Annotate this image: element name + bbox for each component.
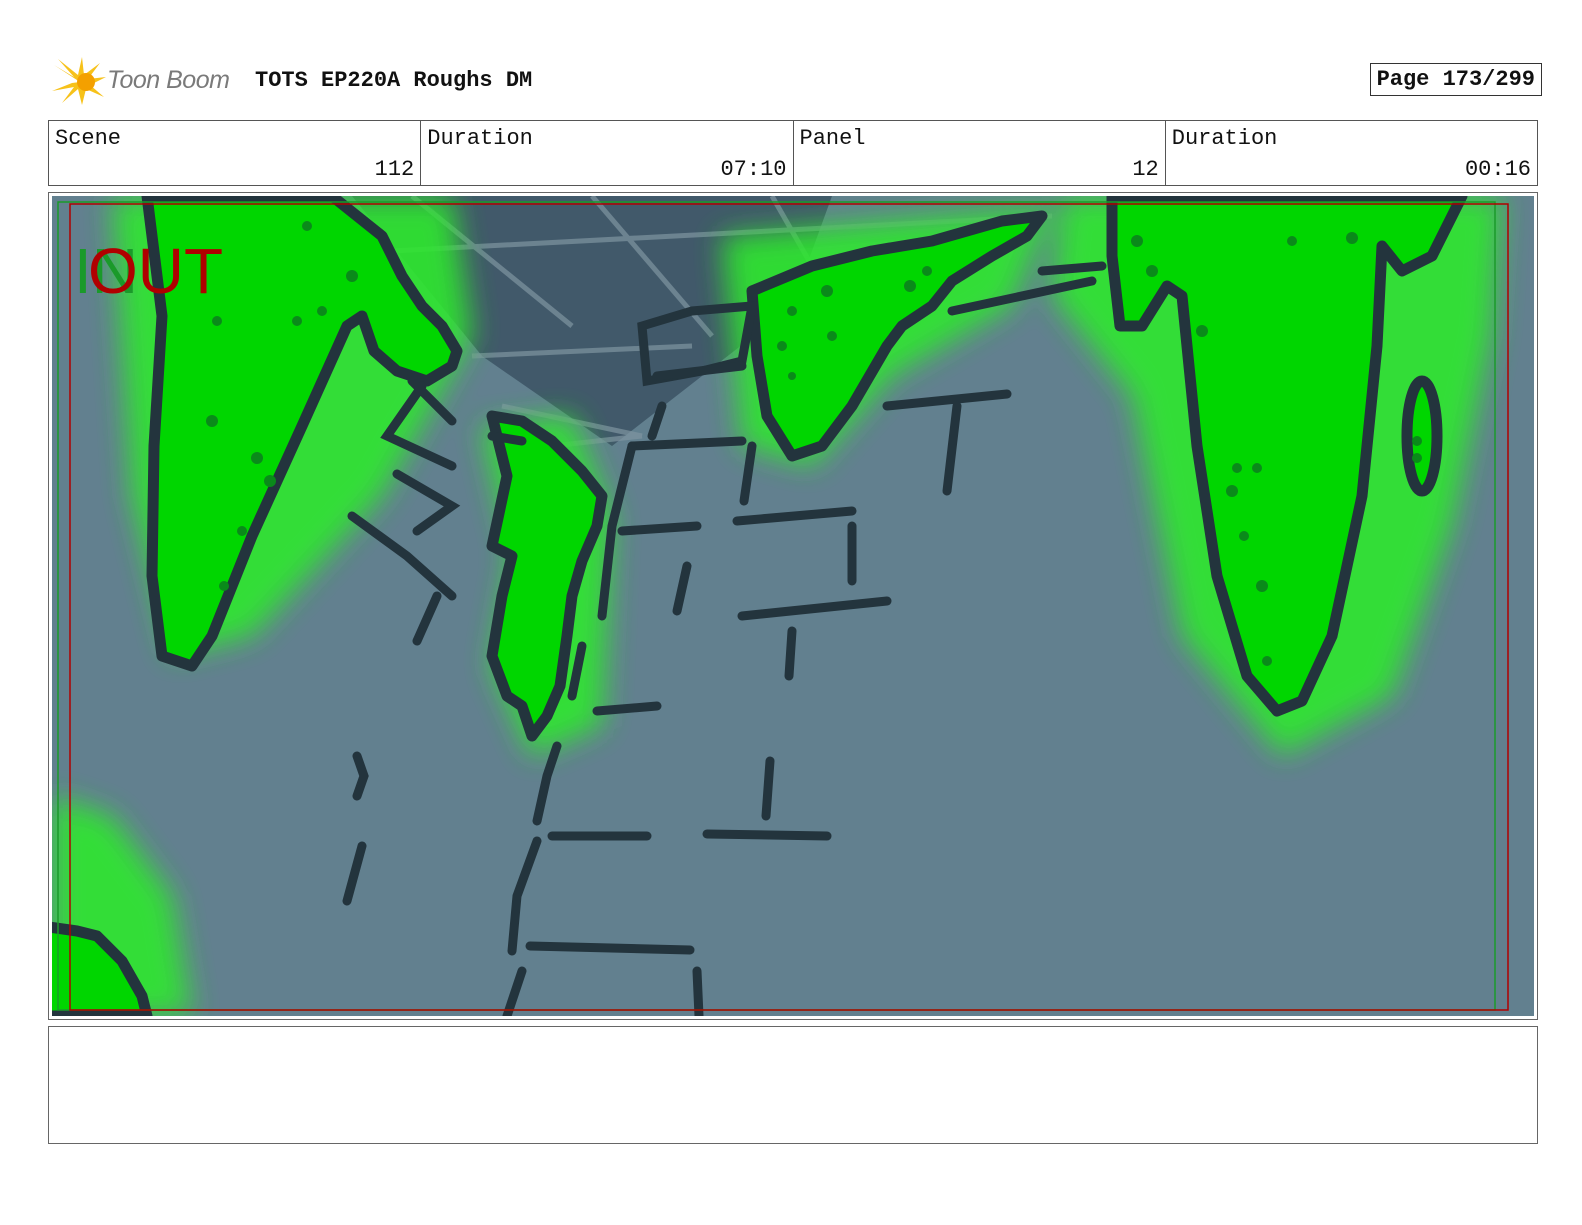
starburst-icon bbox=[52, 57, 106, 105]
storyboard-panel: IN OUT bbox=[48, 192, 1538, 1020]
panel-label: Panel bbox=[799, 126, 866, 151]
panel-value: 12 bbox=[1132, 157, 1159, 182]
scene-label: Scene bbox=[55, 126, 122, 151]
scene-info-bar: Scene 112 Duration 07:10 Panel 12 Durati… bbox=[48, 120, 1538, 186]
panel-notes-box bbox=[48, 1026, 1538, 1144]
scene-duration-label: Duration bbox=[427, 126, 533, 151]
document-title: TOTS EP220A Roughs DM bbox=[255, 68, 533, 93]
scene-duration-value: 07:10 bbox=[720, 157, 787, 182]
logo-text: Toon Boom bbox=[107, 66, 230, 94]
scene-cell: Scene 112 bbox=[49, 121, 422, 185]
panel-duration-label: Duration bbox=[1171, 126, 1278, 151]
page-header: Toon Boom TOTS EP220A Roughs DM Page 173… bbox=[50, 55, 1542, 109]
panel-cell: Panel 12 bbox=[794, 121, 1166, 185]
scene-duration-cell: Duration 07:10 bbox=[421, 121, 794, 185]
panel-duration-value: 00:16 bbox=[1464, 157, 1531, 182]
toon-boom-logo: Toon Boom bbox=[52, 57, 242, 107]
panel-drawing: IN OUT bbox=[52, 196, 1534, 1016]
page-number: Page 173/299 bbox=[1369, 63, 1542, 96]
scene-value: 112 bbox=[374, 157, 415, 182]
slime-blob bbox=[1401, 375, 1443, 497]
panel-duration-cell: Duration 00:16 bbox=[1166, 121, 1537, 185]
out-marker: OUT bbox=[88, 235, 223, 307]
